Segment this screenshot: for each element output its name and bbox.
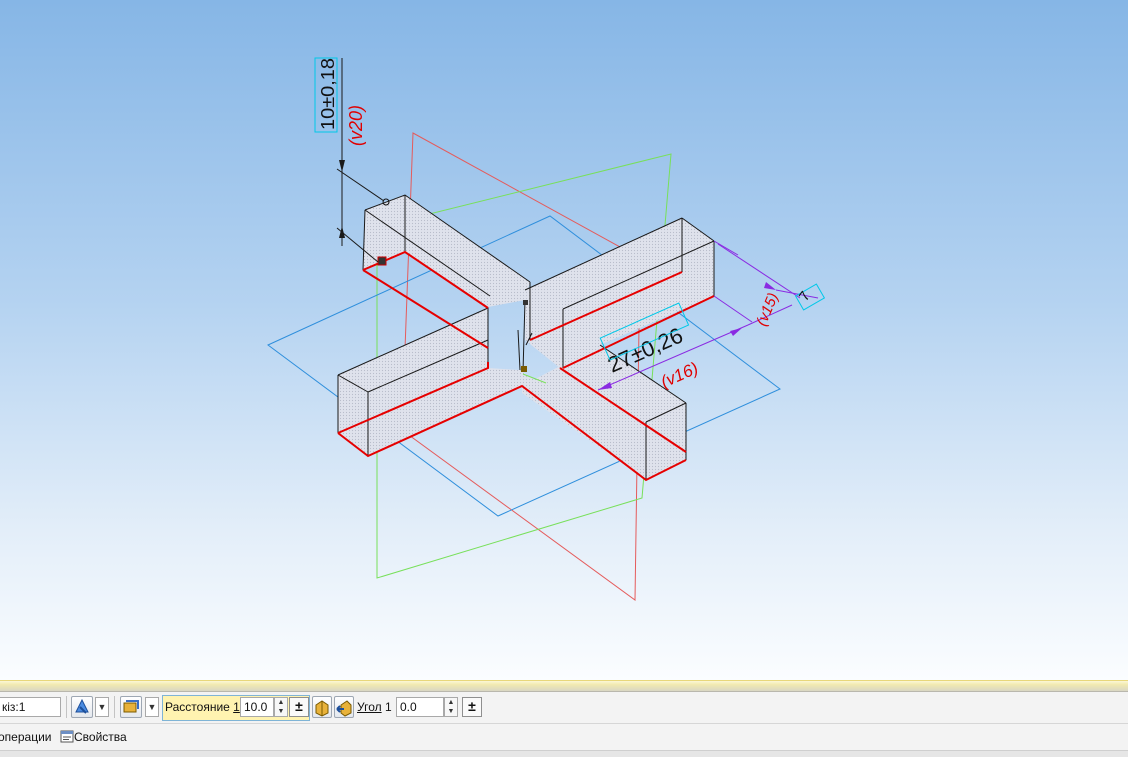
spin-up-icon[interactable]: ▲ xyxy=(445,698,457,707)
panel-tabs: операции Свойства xyxy=(0,724,1128,750)
sketch-field[interactable]: кiз:1 xyxy=(0,697,61,717)
dimension-small-value[interactable]: 7 xyxy=(795,288,813,304)
distance-tolerance-button[interactable]: ± xyxy=(289,697,309,717)
dimension-small-var: (v15) xyxy=(753,290,782,328)
view-orient-icon xyxy=(75,698,89,714)
extrude-direction-button[interactable] xyxy=(312,696,332,718)
sketch-icon xyxy=(123,700,139,713)
view-orient-button[interactable] xyxy=(71,696,93,718)
angle-input[interactable]: 0.0 xyxy=(396,697,444,717)
separator xyxy=(66,696,67,718)
property-toolbar: кiз:1 ▼ ▼ Расстояние 1 10.0 ▲ ▼ ± Угол 1… xyxy=(0,692,1128,724)
angle-label: Угол 1 xyxy=(357,700,392,714)
dimension-vertical-value[interactable]: 10±0,18 xyxy=(318,58,338,130)
distance-input[interactable]: 10.0 xyxy=(240,697,274,717)
dimension-width-var: (v16) xyxy=(658,359,701,392)
angle-value: 0.0 xyxy=(400,700,417,714)
properties-icon xyxy=(60,730,74,743)
reverse-direction-icon xyxy=(336,700,352,717)
dimension-small[interactable]: (v15) 7 xyxy=(717,243,826,329)
sketch-button[interactable] xyxy=(120,696,142,718)
view-orient-dropdown[interactable]: ▼ xyxy=(95,697,109,717)
panel-splitter[interactable] xyxy=(0,680,1128,692)
distance-value: 10.0 xyxy=(244,700,268,714)
tab-operations[interactable]: операции xyxy=(0,727,51,747)
dimension-vertical-var: (v20) xyxy=(346,105,366,146)
spin-down-icon[interactable]: ▼ xyxy=(275,707,287,716)
tab-properties[interactable]: Свойства xyxy=(60,727,127,747)
spin-up-icon[interactable]: ▲ xyxy=(275,698,287,707)
status-strip xyxy=(0,750,1128,757)
reverse-direction-button[interactable] xyxy=(334,696,354,718)
distance-label: Расстояние 1 xyxy=(165,700,240,714)
3d-viewport[interactable]: 10±0,18 (v20) 27±0,26 (v16) (v15) 7 xyxy=(0,0,1128,680)
sketch-dropdown[interactable]: ▼ xyxy=(145,697,159,717)
distance-spinner[interactable]: ▲ ▼ xyxy=(274,697,288,717)
extrude-direction-icon xyxy=(315,700,329,717)
spin-down-icon[interactable]: ▼ xyxy=(445,707,457,716)
sketch-field-value: кiз:1 xyxy=(2,700,26,714)
angle-tolerance-button[interactable]: ± xyxy=(462,697,482,717)
separator xyxy=(114,696,115,718)
model-scene[interactable]: 10±0,18 (v20) 27±0,26 (v16) (v15) 7 xyxy=(0,0,1128,680)
angle-spinner[interactable]: ▲ ▼ xyxy=(444,697,458,717)
